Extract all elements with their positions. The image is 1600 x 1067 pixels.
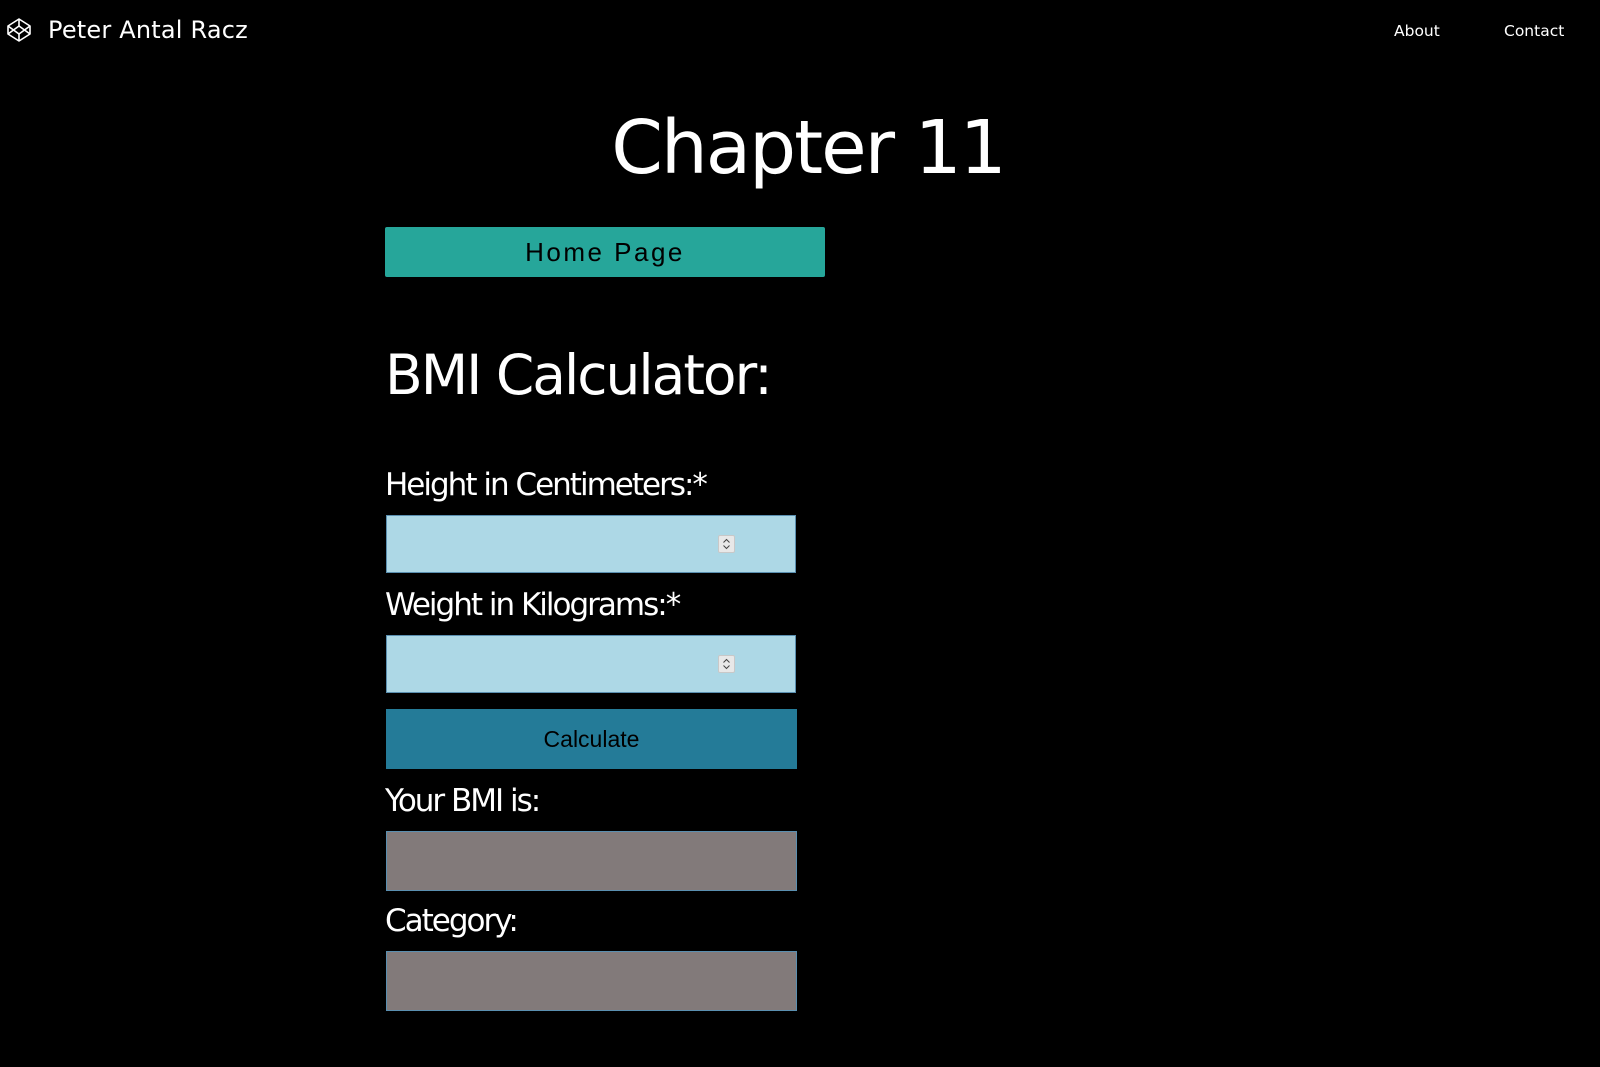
category-label: Category: bbox=[385, 903, 519, 939]
calculate-button[interactable]: Calculate bbox=[386, 709, 797, 769]
category-result-field bbox=[386, 951, 797, 1011]
nav-about-link[interactable]: About bbox=[1394, 22, 1440, 40]
codepen-icon bbox=[6, 17, 32, 43]
height-label: Height in Centimeters:* bbox=[385, 467, 708, 503]
brand-name: Peter Antal Racz bbox=[48, 16, 248, 44]
bmi-result-label: Your BMI is: bbox=[385, 783, 541, 819]
nav-contact-link[interactable]: Contact bbox=[1504, 22, 1564, 40]
brand-link[interactable]: Peter Antal Racz bbox=[6, 16, 248, 44]
spinner-arrows-icon bbox=[723, 538, 730, 550]
home-page-button[interactable]: Home Page bbox=[385, 227, 825, 277]
weight-spinner[interactable] bbox=[718, 655, 735, 673]
bmi-result-field bbox=[386, 831, 797, 891]
bmi-calculator-heading: BMI Calculator: bbox=[385, 343, 773, 407]
top-navbar: Peter Antal Racz About Contact bbox=[0, 0, 1600, 64]
page-title: Chapter 11 bbox=[611, 105, 1007, 191]
weight-label: Weight in Kilograms:* bbox=[385, 587, 681, 623]
height-spinner[interactable] bbox=[718, 535, 735, 553]
spinner-arrows-icon bbox=[723, 658, 730, 670]
